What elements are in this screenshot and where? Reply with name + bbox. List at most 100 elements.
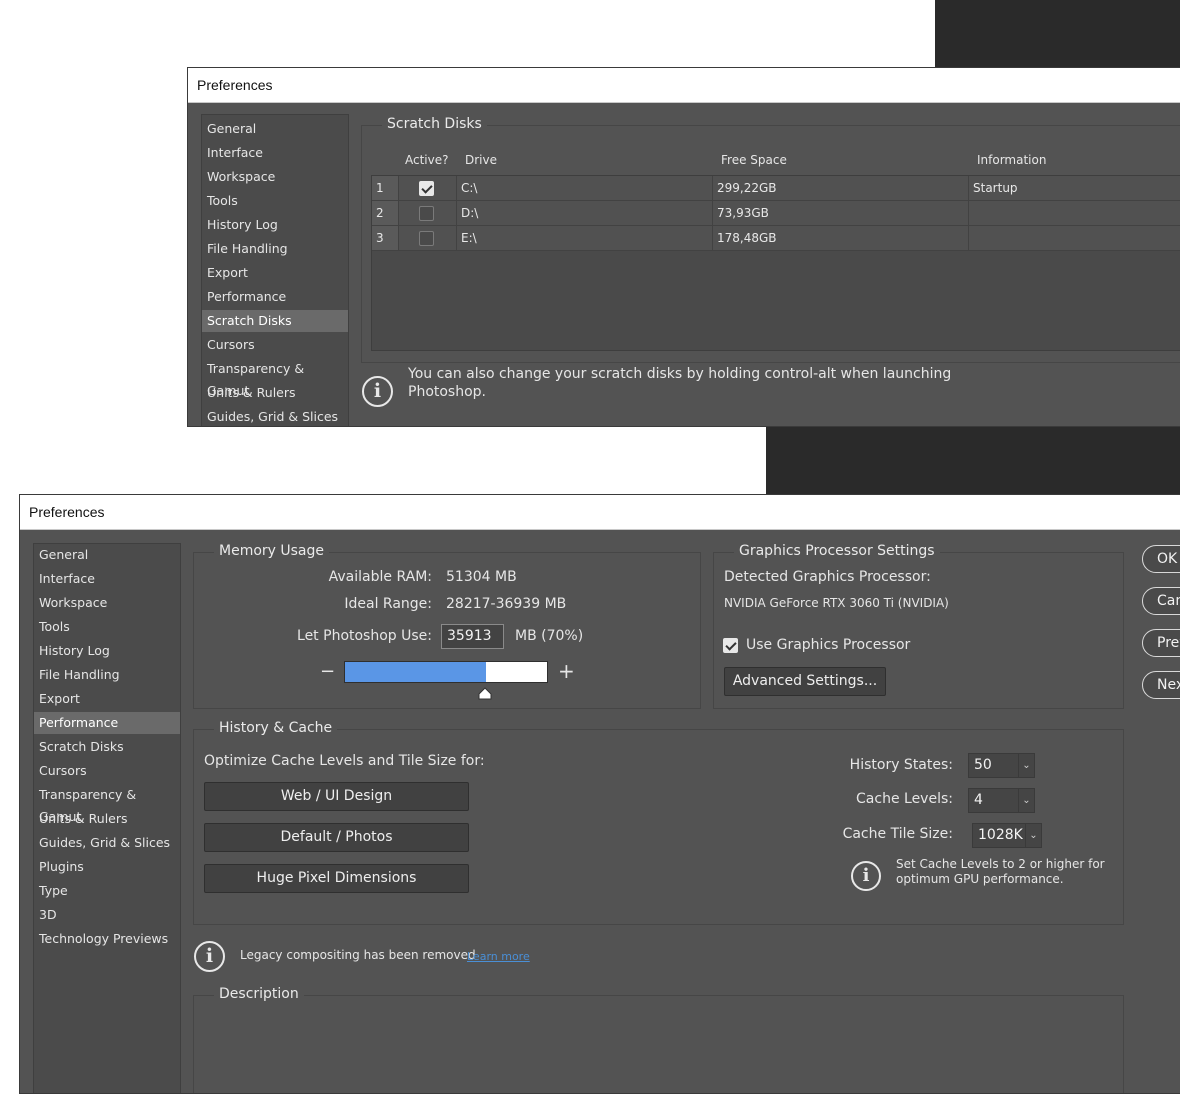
sidebar-item-export[interactable]: Export: [34, 688, 180, 710]
sidebar-item-export[interactable]: Export: [202, 262, 348, 284]
cancel-button[interactable]: Cancel: [1142, 587, 1180, 615]
active-cell[interactable]: [399, 226, 457, 251]
sidebar-item-workspace[interactable]: Workspace: [34, 592, 180, 614]
num-cell: 2: [372, 201, 399, 226]
sidebar-item-cursors[interactable]: Cursors: [202, 334, 348, 356]
decrease-memory-button[interactable]: −: [320, 661, 335, 682]
cache-levels-value: 4: [974, 792, 983, 808]
prev-button[interactable]: Prev: [1142, 629, 1180, 657]
available-ram-value: 51304 MB: [446, 569, 517, 585]
chevron-down-icon: ⌄: [1018, 754, 1034, 777]
sidebar-item-tools[interactable]: Tools: [202, 190, 348, 212]
background-dark-area: [935, 0, 1180, 68]
memory-slider[interactable]: [344, 661, 548, 683]
next-button[interactable]: Next: [1142, 671, 1180, 699]
sidebar-item-scratch-disks[interactable]: Scratch Disks: [34, 736, 180, 758]
info-icon: i: [362, 376, 393, 407]
increase-memory-button[interactable]: +: [558, 659, 575, 683]
sidebar-item-performance[interactable]: Performance: [202, 286, 348, 308]
column-header-information: Information: [977, 153, 1047, 167]
info-cell: [969, 226, 1180, 251]
scratch-disk-active-checkbox[interactable]: [419, 181, 434, 196]
drive-cell: E:\: [457, 226, 713, 251]
sidebar-item-units-rulers[interactable]: Units & Rulers: [34, 808, 180, 830]
preferences-sidebar: General Interface Workspace Tools History Lo…: [33, 543, 181, 1093]
num-cell: 1: [372, 176, 399, 201]
drive-cell: C:\: [457, 176, 713, 201]
sidebar-item-file-handling[interactable]: File Handling: [34, 664, 180, 686]
sidebar-item-workspace[interactable]: Workspace: [202, 166, 348, 188]
history-states-select[interactable]: 50 ⌄: [968, 753, 1035, 778]
cache-tile-size-select[interactable]: 1028K ⌄: [972, 823, 1042, 848]
use-gpu-label: Use Graphics Processor: [746, 637, 911, 653]
num-cell: 3: [372, 226, 399, 251]
preferences-window-scratch-disks: Preferences General Interface Workspace Too…: [187, 67, 1180, 427]
active-cell[interactable]: [399, 201, 457, 226]
sidebar-item-tools[interactable]: Tools: [34, 616, 180, 638]
sidebar-item-general[interactable]: General: [34, 544, 180, 566]
table-row[interactable]: 3 E:\ 178,48GB: [372, 226, 1180, 251]
sidebar-item-type[interactable]: Type: [34, 880, 180, 902]
sidebar-item-units-rulers[interactable]: Units & Rulers: [202, 382, 348, 404]
cache-levels-label: Cache Levels:: [856, 791, 953, 807]
memory-amount-input[interactable]: 35913: [441, 624, 504, 649]
group-title: History & Cache: [214, 720, 338, 736]
title-bar: Preferences: [188, 68, 1180, 103]
chevron-down-icon: ⌄: [1018, 789, 1034, 812]
legacy-compositing-text: Legacy compositing has been removed: [240, 948, 476, 962]
sidebar-item-scratch-disks[interactable]: Scratch Disks: [202, 310, 348, 332]
sidebar-item-guides-grid-slices[interactable]: Guides, Grid & Slices: [34, 832, 180, 854]
cache-note-line-1: Set Cache Levels to 2 or higher for: [896, 857, 1105, 871]
memory-suffix: MB (70%): [515, 628, 584, 644]
sidebar-item-general[interactable]: General: [202, 118, 348, 140]
sidebar-item-plugins[interactable]: Plugins: [34, 856, 180, 878]
free-cell: 73,93GB: [713, 201, 969, 226]
advanced-settings-button[interactable]: Advanced Settings...: [724, 667, 886, 696]
free-cell: 178,48GB: [713, 226, 969, 251]
table-row[interactable]: 2 D:\ 73,93GB: [372, 201, 1180, 226]
info-text-line-1: You can also change your scratch disks b…: [408, 366, 952, 382]
cache-levels-select[interactable]: 4 ⌄: [968, 788, 1035, 813]
sidebar-item-cursors[interactable]: Cursors: [34, 760, 180, 782]
sidebar-item-interface[interactable]: Interface: [202, 142, 348, 164]
sidebar-item-3d[interactable]: 3D: [34, 904, 180, 926]
sidebar-item-history-log[interactable]: History Log: [202, 214, 348, 236]
active-cell[interactable]: [399, 176, 457, 201]
scratch-disk-active-checkbox[interactable]: [419, 206, 434, 221]
ok-button[interactable]: OK: [1142, 545, 1180, 573]
title-bar: Preferences: [20, 495, 1180, 530]
cache-tile-size-value: 1028K: [978, 827, 1023, 843]
drive-cell: D:\: [457, 201, 713, 226]
sidebar-item-interface[interactable]: Interface: [34, 568, 180, 590]
memory-slider-thumb[interactable]: [478, 685, 492, 700]
available-ram-label: Available RAM:: [328, 569, 432, 585]
sidebar-item-technology-previews[interactable]: Technology Previews: [34, 928, 180, 950]
info-icon: i: [194, 941, 225, 972]
use-gpu-checkbox[interactable]: [723, 638, 738, 653]
web-ui-design-button[interactable]: Web / UI Design: [204, 782, 469, 811]
sidebar-item-transparency-gamut[interactable]: Transparency & Gamut: [202, 358, 348, 398]
sidebar-item-history-log[interactable]: History Log: [34, 640, 180, 662]
column-header-active: Active?: [405, 153, 449, 167]
description-group: Description: [193, 986, 1124, 1093]
scratch-disks-table: 1 C:\ 299,22GB Startup 2 D:\ 73,93GB 3 E:\ 178,48…: [371, 175, 1180, 351]
ideal-range-value: 28217-36939 MB: [446, 596, 567, 612]
sidebar-item-transparency-gamut[interactable]: Transparency & Gamut: [34, 784, 180, 824]
detected-gpu-label: Detected Graphics Processor:: [724, 569, 931, 585]
huge-pixel-dimensions-button[interactable]: Huge Pixel Dimensions: [204, 864, 469, 893]
detected-gpu-value: NVIDIA GeForce RTX 3060 Ti (NVIDIA): [724, 596, 949, 610]
sidebar-item-file-handling[interactable]: File Handling: [202, 238, 348, 260]
group-title: Graphics Processor Settings: [734, 543, 940, 559]
free-cell: 299,22GB: [713, 176, 969, 201]
scratch-disk-active-checkbox[interactable]: [419, 231, 434, 246]
window-title: Preferences: [197, 77, 273, 93]
sidebar-item-guides-grid-slices[interactable]: Guides, Grid & Slices: [202, 406, 348, 426]
history-states-label: History States:: [849, 757, 953, 773]
learn-more-link[interactable]: Learn more: [467, 950, 530, 963]
default-photos-button[interactable]: Default / Photos: [204, 823, 469, 852]
group-title: Memory Usage: [214, 543, 330, 559]
sidebar-item-performance[interactable]: Performance: [34, 712, 180, 734]
column-header-free-space: Free Space: [721, 153, 787, 167]
table-row[interactable]: 1 C:\ 299,22GB Startup: [372, 176, 1180, 201]
window-title: Preferences: [29, 504, 105, 520]
